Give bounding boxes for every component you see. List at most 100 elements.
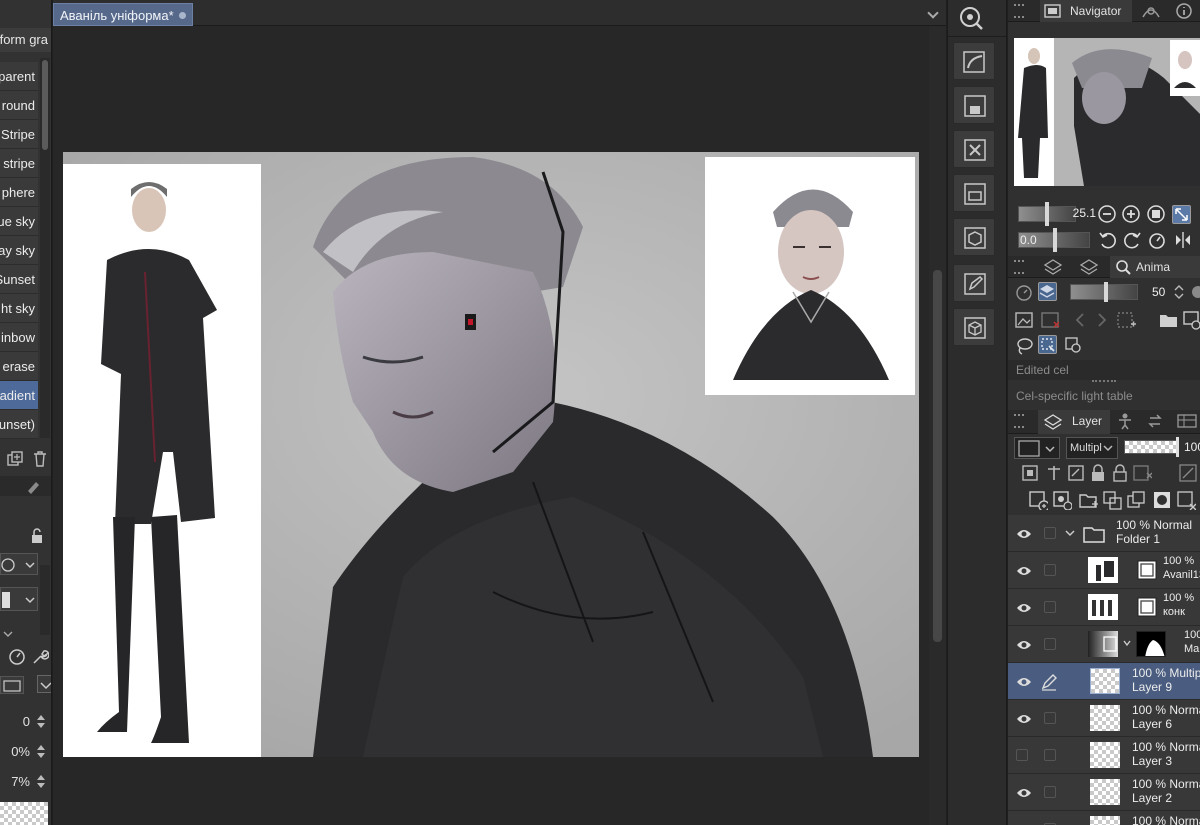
transform-button[interactable]	[953, 130, 995, 168]
transparent-color-swatch[interactable]	[0, 802, 48, 825]
sub-tool-item[interactable]: ht sky	[0, 294, 38, 323]
chevron-down-icon[interactable]	[1064, 529, 1076, 539]
pen-icon[interactable]	[0, 476, 52, 496]
merge-down-icon[interactable]	[1102, 490, 1122, 510]
spinner-icon[interactable]	[1174, 284, 1184, 300]
property-scrollbar[interactable]	[40, 565, 50, 635]
sub-tool-item[interactable]: Stripe	[0, 120, 38, 149]
dropdown-arrow[interactable]	[37, 675, 51, 693]
duplicate-icon[interactable]	[6, 450, 24, 468]
new-folder-icon[interactable]	[1078, 490, 1098, 510]
layer-select-checkbox[interactable]	[1044, 527, 1056, 539]
rotation-slider-handle[interactable]	[1053, 228, 1057, 252]
numeric-field[interactable]: 0	[0, 709, 51, 733]
mask-enable-icon[interactable]	[1132, 463, 1152, 483]
sub-tool-scrollbar[interactable]	[40, 58, 50, 438]
sub-tool-item[interactable]: stripe	[0, 149, 38, 178]
zoom-slider-handle[interactable]	[1045, 202, 1049, 226]
eye-icon[interactable]	[1016, 674, 1032, 690]
tab-info[interactable]	[1168, 0, 1200, 22]
numeric-field[interactable]: 0%	[0, 739, 51, 763]
rotate-left-icon[interactable]	[1098, 230, 1118, 250]
panel-grip[interactable]	[1014, 4, 1024, 18]
sub-tool-item[interactable]: inbow	[0, 323, 38, 352]
tab-layer-search[interactable]	[1072, 256, 1106, 278]
pen-shape-button[interactable]	[953, 42, 995, 80]
layer-select-checkbox[interactable]	[1044, 749, 1056, 761]
tab-sub-view[interactable]	[1136, 0, 1166, 22]
zoom-value[interactable]: 25.1	[1068, 206, 1096, 222]
folder-save-button[interactable]	[953, 174, 995, 212]
tab-layer-property[interactable]	[1036, 256, 1070, 278]
folder-open-icon[interactable]	[1158, 310, 1178, 330]
zoom-icon[interactable]	[957, 6, 985, 30]
wrench-icon[interactable]	[31, 648, 50, 666]
layer-row-with-mask[interactable]: 100 Ma	[1008, 626, 1200, 663]
sub-tool-item[interactable]: ay sky	[0, 236, 38, 265]
lock-icon[interactable]	[30, 528, 44, 544]
brush-shape-dropdown[interactable]	[0, 587, 38, 611]
sub-tool-item[interactable]: unset)	[0, 410, 38, 439]
save-button[interactable]	[953, 86, 995, 124]
onion-skin-icon[interactable]	[1014, 283, 1034, 303]
3d-box-button[interactable]	[953, 218, 995, 256]
light-table-opacity-value[interactable]: 50	[1152, 285, 1165, 299]
stabilization-control[interactable]	[0, 676, 24, 694]
rotate-right-icon[interactable]	[1122, 230, 1142, 250]
tab-layer[interactable]: Layer	[1038, 410, 1110, 434]
layer-opacity-slider[interactable]	[1124, 440, 1178, 454]
panel-grip[interactable]	[1014, 414, 1024, 428]
tab-navigator[interactable]: Navigator	[1040, 0, 1132, 22]
chevron-icon[interactable]	[2, 628, 16, 638]
scrollbar-thumb[interactable]	[42, 60, 48, 150]
tab-history[interactable]	[1142, 410, 1168, 432]
copy-layer-icon[interactable]	[1126, 490, 1146, 510]
lock-transparent-icon[interactable]	[1110, 463, 1130, 483]
reference-layer-icon[interactable]	[1044, 463, 1064, 483]
fit-window-button[interactable]	[1172, 205, 1191, 224]
panel-grip[interactable]	[1014, 260, 1024, 274]
rotation-value[interactable]: 0.0	[1020, 233, 1037, 247]
image-add-icon[interactable]	[1116, 310, 1136, 330]
close-dot-icon[interactable]	[179, 12, 186, 19]
mode-dropdown[interactable]	[0, 553, 38, 575]
delete-layer-icon[interactable]	[1176, 490, 1196, 510]
sub-tool-item[interactable]: erase	[0, 352, 38, 381]
clip-icon[interactable]	[1020, 463, 1040, 483]
opacity-slider-handle[interactable]	[1104, 282, 1108, 302]
navigator-preview[interactable]	[1014, 38, 1200, 186]
image-replace-icon[interactable]	[1182, 310, 1200, 330]
image-remove-icon[interactable]	[1040, 310, 1060, 330]
layer-row[interactable]: 100 % конк	[1008, 589, 1200, 626]
cel-select-button[interactable]	[1038, 335, 1057, 354]
light-table-button[interactable]	[1038, 282, 1057, 301]
blend-mode-dropdown[interactable]: Multipl	[1066, 437, 1118, 459]
layer-row-hidden[interactable]: 100 % Normal Layer 3	[1008, 737, 1200, 774]
zoom-in-icon[interactable]	[1122, 205, 1142, 225]
eye-icon[interactable]	[1016, 526, 1032, 542]
lock-icon[interactable]	[1088, 463, 1108, 483]
layer-row[interactable]: 100 % Normal Layer 2	[1008, 774, 1200, 811]
sub-tool-group-header[interactable]: form gra	[0, 28, 51, 52]
sub-tool-item[interactable]: Sunset	[0, 265, 38, 294]
layer-opacity-value[interactable]: 100	[1184, 440, 1200, 454]
layer-mask-icon[interactable]	[1152, 490, 1172, 510]
sub-tool-item-selected[interactable]: adient	[0, 381, 38, 410]
reset-rotation-icon[interactable]	[1147, 230, 1167, 250]
flip-horizontal-icon[interactable]	[1173, 230, 1193, 250]
draft-layer-icon[interactable]	[1066, 463, 1086, 483]
image-icon[interactable]	[1014, 310, 1034, 330]
scrollbar-thumb[interactable]	[933, 270, 942, 642]
layer-row[interactable]: 100 % Normal Layer 6	[1008, 700, 1200, 737]
tab-materials[interactable]	[1172, 410, 1200, 432]
layer-row-selected[interactable]: 100 % Multiply Layer 9	[1008, 663, 1200, 700]
tab-animation-cels[interactable]: Anima	[1110, 256, 1200, 278]
chain-link-icon[interactable]	[1122, 638, 1132, 648]
eye-icon[interactable]	[1016, 637, 1032, 653]
tab-auto-action[interactable]	[1112, 410, 1138, 432]
eye-icon[interactable]	[1016, 563, 1032, 579]
spinner-icon[interactable]	[36, 743, 46, 759]
sub-tool-item[interactable]: ue sky	[0, 207, 38, 236]
canvas-vertical-scrollbar[interactable]	[929, 26, 946, 825]
chevron-down-icon[interactable]	[928, 7, 940, 17]
